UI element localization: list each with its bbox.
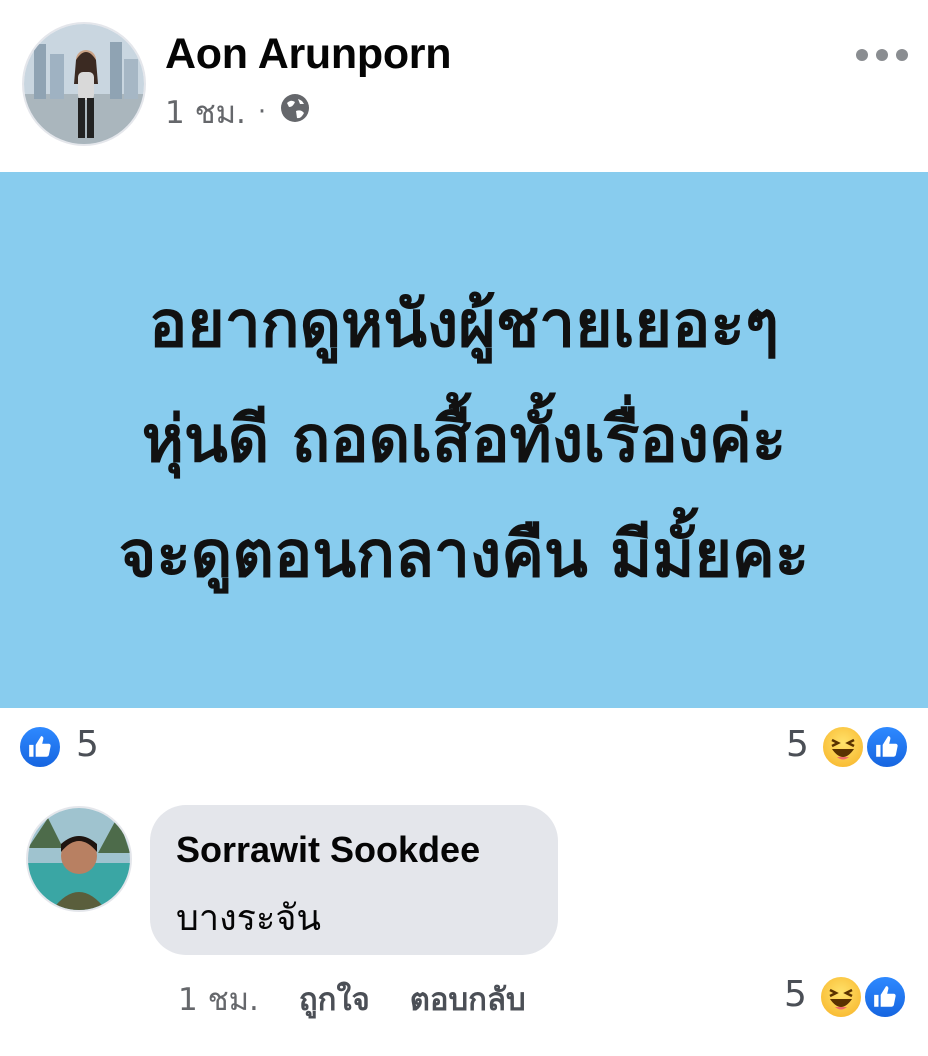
commenter-name[interactable]: Sorrawit Sookdee — [176, 829, 480, 871]
globe-icon — [278, 91, 312, 133]
like-count: 5 — [76, 724, 99, 765]
meta-separator: · — [257, 97, 267, 127]
status-line-1: อยากดูหนังผู้ชายเยอะๆ — [148, 287, 780, 362]
post-time[interactable]: 1 ชม. — [165, 87, 246, 137]
more-options-icon[interactable] — [856, 40, 908, 70]
comment-reaction-count: 5 — [784, 974, 807, 1015]
author-name[interactable]: Aon Arunporn — [165, 30, 452, 79]
haha-icon — [820, 724, 866, 770]
status-line-3: จะดูตอนกลางคืน มีมั้ยคะ — [118, 517, 810, 592]
comment-reactions[interactable]: 5 — [0, 966, 928, 1026]
status-card: อยากดูหนังผู้ชายเยอะๆ หุ่นดี ถอดเสื้อทั้… — [0, 172, 928, 708]
comment-bubble: Sorrawit Sookdee บางระจัน — [150, 805, 558, 955]
status-line-2: หุ่นดี ถอดเสื้อทั้งเรื่องค่ะ — [141, 402, 787, 477]
like-icon — [17, 724, 63, 770]
like-icon — [862, 974, 908, 1020]
like-icon — [864, 724, 910, 770]
haha-icon — [818, 974, 864, 1020]
commenter-avatar[interactable] — [26, 806, 132, 912]
author-avatar[interactable] — [22, 22, 146, 146]
post-header: Aon Arunporn 1 ชม. · — [0, 0, 928, 172]
author-photo — [24, 24, 144, 144]
reaction-total: 5 — [786, 724, 809, 765]
comment-text: บางระจัน — [176, 898, 322, 939]
post-meta: 1 ชม. · — [165, 90, 312, 134]
reaction-summary[interactable]: 5 5 — [0, 716, 928, 776]
commenter-photo — [28, 808, 130, 910]
